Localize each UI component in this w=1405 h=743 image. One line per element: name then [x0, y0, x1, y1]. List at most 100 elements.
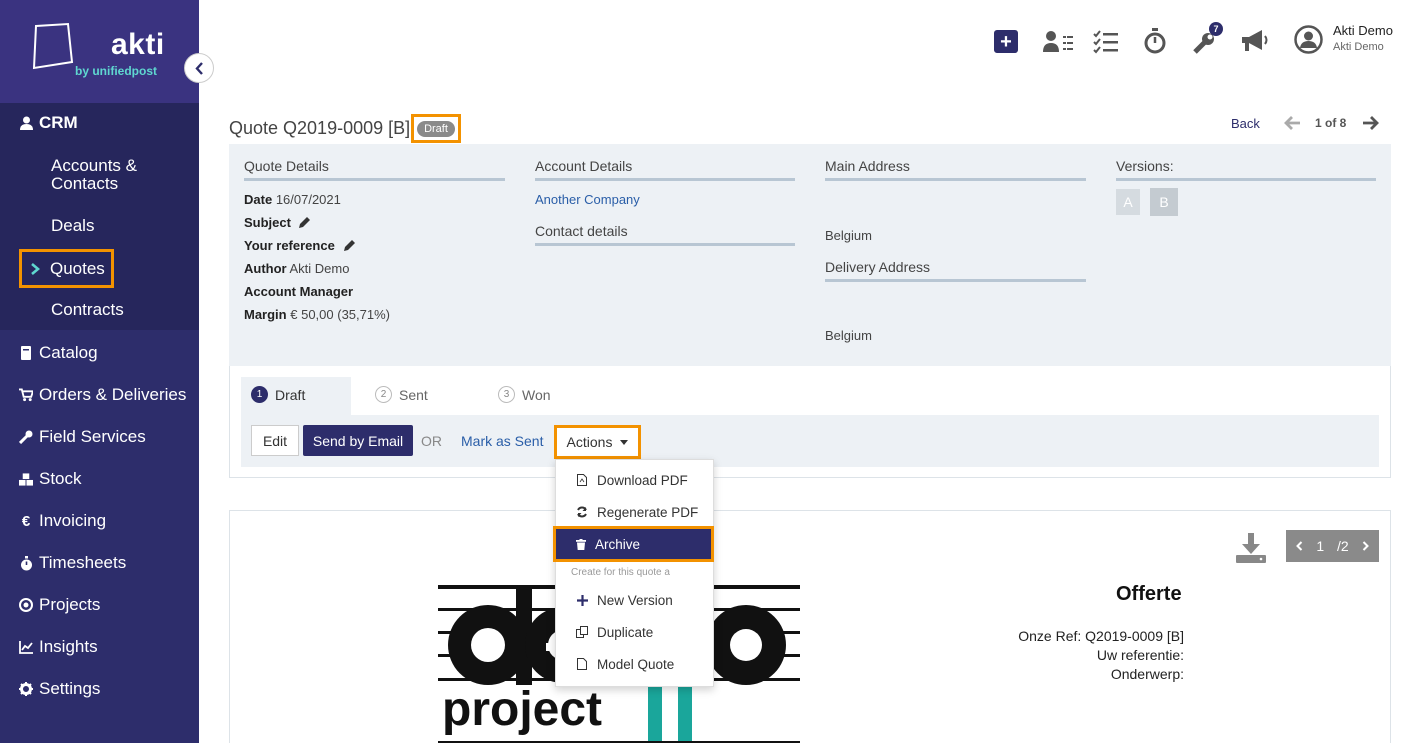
sidebar-item-label: Projects — [39, 595, 101, 614]
divider — [825, 279, 1086, 282]
sidebar-item-accounts-contacts[interactable]: Accounts & Contacts — [51, 157, 137, 193]
sidebar-item-crm[interactable]: CRM — [0, 113, 199, 133]
sidebar-item-invoicing[interactable]: € Invoicing — [0, 511, 199, 531]
megaphone-icon[interactable] — [1240, 29, 1269, 53]
sidebar-item-insights[interactable]: Insights — [0, 637, 199, 657]
contact-details-heading: Contact details — [535, 223, 628, 239]
pencil-icon[interactable] — [343, 239, 356, 252]
step-number: 3 — [498, 386, 515, 403]
document-title: Offerte — [1116, 583, 1182, 605]
sidebar-item-label: Timesheets — [39, 553, 127, 572]
field-label: Your reference — [244, 238, 335, 253]
step-won[interactable]: 3 Won — [498, 386, 551, 403]
logo-wordmark: project — [442, 683, 602, 736]
timer-icon[interactable] — [1143, 28, 1167, 55]
notification-badge: 7 — [1209, 22, 1223, 36]
menu-item-label: Archive — [595, 536, 641, 552]
date-field: Date 16/07/2021 — [244, 192, 341, 207]
contacts-list-icon[interactable] — [1043, 30, 1075, 54]
gear-icon — [19, 682, 33, 696]
sidebar-item-orders[interactable]: Orders & Deliveries — [0, 385, 199, 405]
duplicate-item[interactable]: Duplicate — [556, 618, 713, 646]
chevron-left-icon — [194, 61, 203, 75]
actions-dropdown-menu: Download PDF Regenerate PDF Create for t… — [555, 459, 714, 687]
field-value: € 50,00 (35,71%) — [290, 307, 390, 322]
sidebar-item-label: Settings — [39, 679, 101, 698]
chevron-right-icon[interactable] — [1362, 541, 1369, 551]
archive-item[interactable]: Archive — [553, 526, 714, 562]
add-new-button[interactable]: + — [994, 30, 1018, 53]
sidebar-item-field-services[interactable]: Field Services — [0, 427, 199, 447]
sidebar-item-label: CRM — [39, 113, 78, 132]
caret-down-icon — [620, 439, 629, 445]
page-total: /2 — [1336, 538, 1349, 554]
wrench-icon — [19, 430, 33, 444]
account-manager-field: Account Manager — [244, 284, 353, 299]
sidebar-item-projects[interactable]: Projects — [0, 595, 199, 615]
target-icon — [19, 598, 33, 612]
copy-icon — [576, 626, 588, 638]
field-label: Subject — [244, 215, 291, 230]
cubes-icon — [19, 472, 33, 486]
user-name[interactable]: Akti Demo — [1333, 23, 1393, 38]
versions-heading: Versions: — [1116, 158, 1174, 174]
main-address-heading: Main Address — [825, 158, 910, 174]
document-reference-label: Uw referentie: — [1096, 647, 1184, 663]
divider — [535, 243, 795, 246]
document-subject-label: Onderwerp: — [1110, 666, 1184, 682]
sidebar-item-catalog[interactable]: Catalog — [0, 343, 199, 363]
account-link[interactable]: Another Company — [535, 192, 640, 207]
step-label: Sent — [399, 386, 428, 403]
new-version-item[interactable]: New Version — [556, 586, 713, 614]
trash-icon — [576, 538, 586, 550]
sidebar-item-deals[interactable]: Deals — [51, 217, 94, 235]
arrow-right-icon[interactable] — [1362, 115, 1379, 131]
arrow-left-icon[interactable] — [1284, 115, 1301, 131]
sidebar-item-quotes[interactable]: Quotes — [19, 249, 114, 288]
back-link[interactable]: Back — [1231, 116, 1260, 131]
account-details-heading: Account Details — [535, 158, 633, 174]
download-pdf-item[interactable]: Download PDF — [556, 466, 713, 494]
actions-dropdown-button[interactable]: Actions — [554, 425, 641, 459]
menu-item-label: Duplicate — [597, 624, 654, 640]
step-draft[interactable]: 1 Draft — [251, 386, 305, 403]
file-icon — [576, 658, 588, 670]
divider — [1116, 178, 1376, 181]
sidebar-item-label: Field Services — [39, 427, 146, 446]
brand-name: akti — [111, 28, 165, 61]
menu-item-label: Regenerate PDF — [597, 504, 699, 520]
model-quote-item[interactable]: Model Quote — [556, 650, 713, 678]
sidebar-item-stock[interactable]: Stock — [0, 469, 199, 489]
chevron-left-icon[interactable] — [1296, 541, 1303, 551]
sidebar-item-settings[interactable]: Settings — [0, 679, 199, 699]
quote-details-heading: Quote Details — [244, 158, 329, 174]
page-title: Quote Q2019-0009 [B] — [229, 118, 411, 138]
collapse-sidebar-button[interactable] — [184, 53, 214, 83]
mark-as-sent-link[interactable]: Mark as Sent — [461, 433, 543, 449]
regenerate-pdf-item[interactable]: Regenerate PDF — [556, 498, 713, 526]
divider — [825, 178, 1086, 181]
user-company: Akti Demo — [1333, 41, 1384, 53]
sidebar-item-label: Invoicing — [39, 511, 107, 530]
avatar[interactable] — [1294, 25, 1323, 54]
edit-button[interactable]: Edit — [251, 425, 299, 456]
download-icon[interactable] — [1235, 533, 1267, 563]
tasks-icon[interactable] — [1093, 30, 1119, 54]
sidebar-item-timesheets[interactable]: Timesheets — [0, 553, 199, 573]
sidebar-item-label: Quotes — [50, 258, 105, 278]
subject-field[interactable]: Subject — [244, 215, 311, 230]
delivery-address-heading: Delivery Address — [825, 259, 931, 275]
pencil-icon[interactable] — [298, 216, 311, 229]
sidebar-item-contracts[interactable]: Contracts — [51, 301, 124, 319]
quote-details-panel: Quote Details Date 16/07/2021 Subject Yo… — [229, 144, 1391, 366]
crm-section — [0, 103, 199, 330]
reference-field[interactable]: Your reference — [244, 238, 356, 253]
page-current[interactable]: 1 — [1316, 538, 1324, 554]
version-a-button[interactable]: A — [1116, 189, 1140, 215]
status-badge-label: Draft — [417, 120, 455, 137]
field-label: Margin — [244, 307, 287, 322]
margin-field: Margin € 50,00 (35,71%) — [244, 307, 390, 322]
send-by-email-button[interactable]: Send by Email — [303, 425, 413, 456]
step-sent[interactable]: 2 Sent — [375, 386, 428, 403]
version-b-button[interactable]: B — [1150, 188, 1178, 216]
